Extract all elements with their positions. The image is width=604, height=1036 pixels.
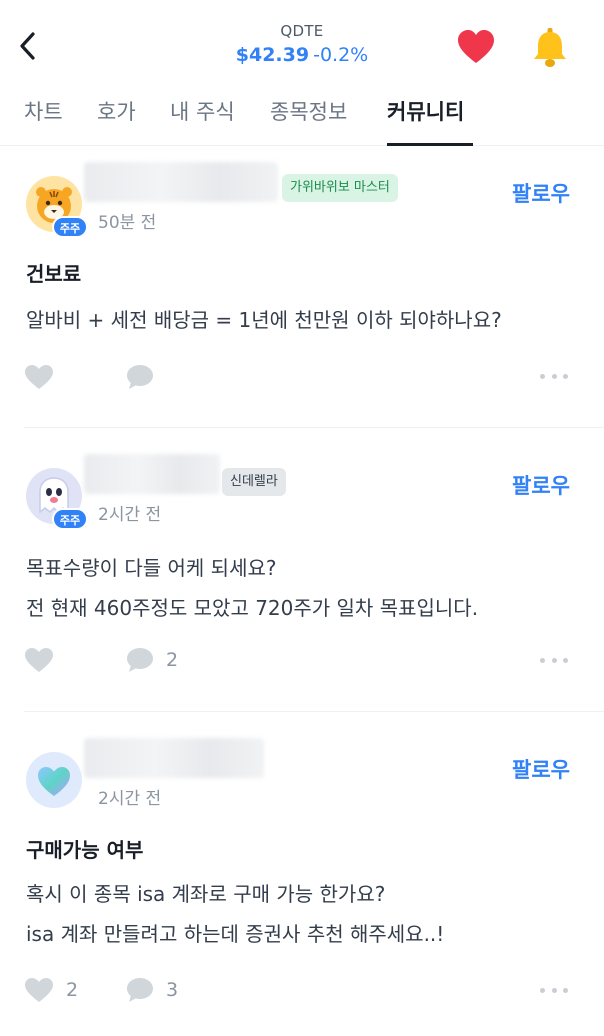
like-count: 2 xyxy=(66,979,79,1001)
post-time: 50분 전 xyxy=(98,213,157,233)
bell-icon xyxy=(534,28,566,67)
ticker-symbol: QDTE xyxy=(280,22,324,40)
shareholder-badge: 주주 xyxy=(52,216,88,238)
follow-button[interactable]: 팔로우 xyxy=(512,754,570,784)
tab-stock-info[interactable]: 종목정보 xyxy=(270,96,347,126)
heart-gradient-icon xyxy=(38,767,70,796)
heart-icon xyxy=(458,30,494,63)
comment-icon xyxy=(127,978,153,1002)
post-body-line: isa 계좌 만들려고 하는데 증권사 추천 해주세요..! xyxy=(26,922,445,946)
post-body-line: 전 현재 460주정도 모았고 720주가 일차 목표입니다. xyxy=(26,596,479,620)
comment-icon xyxy=(127,648,153,672)
shareholder-badge: 주주 xyxy=(52,508,88,530)
post-card[interactable]: 2시간 전 팔로우 구매가능 여부 혹시 이 종목 isa 계좌로 구매 가능 … xyxy=(0,712,604,1036)
stock-summary: QDTE $42.39 -0.2% xyxy=(0,22,604,66)
heart-outline-icon xyxy=(25,978,53,1002)
like-button[interactable] xyxy=(24,647,66,673)
tab-my-stock[interactable]: 내 주식 xyxy=(170,96,235,126)
post-time: 2시간 전 xyxy=(98,505,162,525)
author-name-blurred[interactable] xyxy=(84,738,264,778)
stock-price: $42.39 xyxy=(235,44,310,66)
more-options-button[interactable] xyxy=(540,655,568,665)
author-name-blurred[interactable] xyxy=(84,162,278,202)
tab-chart[interactable]: 차트 xyxy=(24,96,63,126)
tab-bar: 차트 호가 내 주식 종목정보 커뮤니티 xyxy=(0,90,604,146)
post-body-line: 알바비 + 세전 배당금 = 1년에 천만원 이하 되야하나요? xyxy=(26,308,502,332)
post-title: 건보료 xyxy=(26,262,82,286)
comment-button[interactable]: 2 xyxy=(126,646,178,674)
post-title: 구매가능 여부 xyxy=(26,838,144,862)
post-card[interactable]: 주주 가위바위보 마스터 50분 전 팔로우 건보료 알바비 + 세전 배당금 … xyxy=(0,146,604,428)
comment-count: 2 xyxy=(166,649,179,671)
more-options-button[interactable] xyxy=(540,985,568,995)
author-name-blurred[interactable] xyxy=(84,454,220,494)
post-card[interactable]: 주주 신데렐라 2시간 전 팔로우 목표수량이 다들 어케 되세요? 전 현재 … xyxy=(0,428,604,712)
author-title-tag: 신데렐라 xyxy=(222,468,286,496)
tab-community[interactable]: 커뮤니티 xyxy=(387,96,464,126)
post-body-line: 혹시 이 종목 isa 계좌로 구매 가능 한가요? xyxy=(26,882,386,906)
follow-button[interactable]: 팔로우 xyxy=(512,470,570,500)
notification-button[interactable] xyxy=(528,26,572,70)
top-bar: QDTE $42.39 -0.2% xyxy=(0,0,604,90)
avatar[interactable] xyxy=(26,752,82,808)
post-time: 2시간 전 xyxy=(98,789,162,809)
tab-orderbook[interactable]: 호가 xyxy=(97,96,136,126)
author-title-tag: 가위바위보 마스터 xyxy=(282,174,398,202)
comment-button[interactable] xyxy=(126,363,166,391)
follow-button[interactable]: 팔로우 xyxy=(512,178,570,208)
comment-button[interactable]: 3 xyxy=(126,976,178,1004)
like-button[interactable] xyxy=(24,364,66,390)
favorite-button[interactable] xyxy=(456,28,496,68)
heart-outline-icon xyxy=(25,365,53,389)
price-change: -0.2% xyxy=(313,44,369,66)
like-button[interactable]: 2 xyxy=(24,977,78,1003)
more-options-button[interactable] xyxy=(540,371,568,381)
post-body-line: 목표수량이 다들 어케 되세요? xyxy=(26,556,277,580)
heart-outline-icon xyxy=(25,648,53,672)
comment-count: 3 xyxy=(166,979,179,1001)
comment-icon xyxy=(127,365,153,389)
